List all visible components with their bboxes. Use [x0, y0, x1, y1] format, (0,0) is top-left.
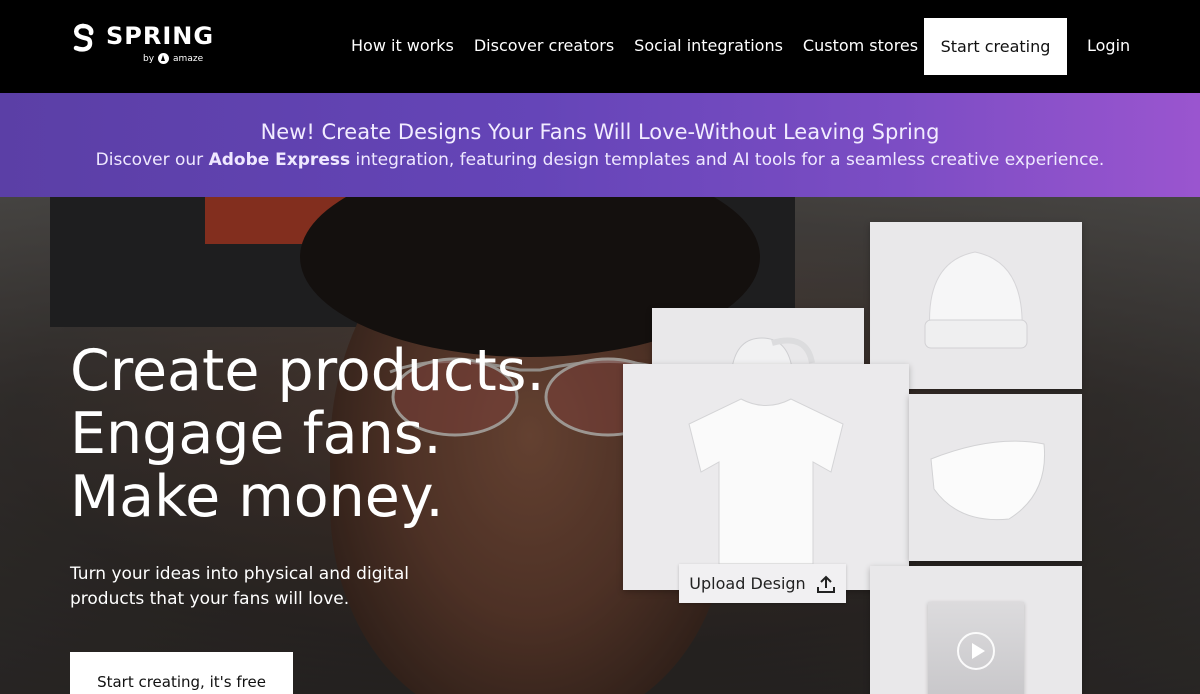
upload-design-button[interactable]: Upload Design: [679, 564, 846, 603]
headline-line-1: Create products.: [70, 338, 545, 404]
banner-sub-prefix: Discover our: [95, 150, 204, 170]
login-link[interactable]: Login: [1087, 36, 1130, 55]
brand-byline: by amaze: [143, 53, 203, 64]
banner-adobe-express: Adobe Express: [208, 150, 351, 170]
start-creating-free-button[interactable]: Start creating, it's free: [70, 652, 293, 694]
tshirt-icon: [688, 398, 844, 565]
banner-sub-suffix: integration, featuring design templates …: [355, 150, 1105, 170]
nav-link-discover-creators[interactable]: Discover creators: [474, 36, 614, 55]
headline-line-3: Make money.: [70, 464, 444, 530]
backpack-product-card: [652, 308, 864, 369]
amaze-logo-icon: [158, 53, 170, 64]
backpack-icon: [731, 337, 815, 369]
hero-subcopy: Turn your ideas into physical and digita…: [70, 564, 410, 609]
banner-title: New! Create Designs Your Fans Will Love-…: [260, 120, 940, 144]
facemask-product-card: [909, 394, 1082, 561]
headline-line-2: Engage fans.: [70, 401, 442, 467]
face-mask-icon: [930, 440, 1046, 521]
upload-design-label: Upload Design: [689, 574, 806, 593]
start-creating-button[interactable]: Start creating: [924, 18, 1067, 75]
top-nav: SPRING by amaze How it works Discover cr…: [0, 0, 1200, 93]
byline-partner: amaze: [173, 53, 204, 64]
banner-subtitle: Discover our Adobe Express integration, …: [0, 150, 1200, 170]
tshirt-product-card: [623, 364, 909, 590]
announcement-banner[interactable]: New! Create Designs Your Fans Will Love-…: [0, 93, 1200, 197]
spring-logo[interactable]: SPRING by amaze: [70, 22, 213, 66]
byline-by: by: [143, 53, 155, 64]
nav-link-how-it-works[interactable]: How it works: [351, 36, 454, 55]
nav-link-custom-stores[interactable]: Custom stores: [803, 36, 918, 55]
brand-name: SPRING: [106, 22, 215, 50]
hero: Create products. Engage fans. Make money…: [0, 197, 1200, 694]
nav-links: How it works Discover creators Social in…: [351, 36, 918, 55]
upload-icon: [816, 575, 835, 593]
nav-link-social-integrations[interactable]: Social integrations: [634, 36, 783, 55]
play-icon[interactable]: [957, 632, 995, 670]
spring-logo-icon: [73, 23, 94, 52]
hero-headline: Create products. Engage fans. Make money…: [70, 340, 545, 529]
